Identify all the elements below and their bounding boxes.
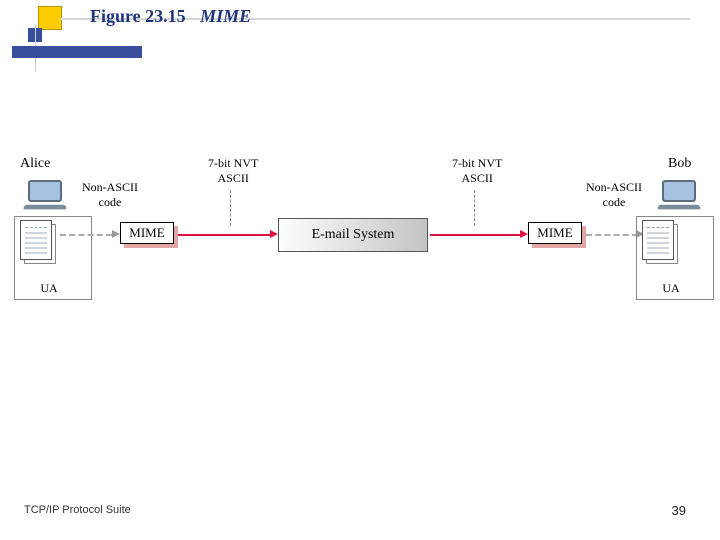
dash-mime-to-doc-right [586, 234, 638, 236]
ascii-right-label: 7-bit NVTASCII [452, 156, 502, 186]
arrow-mime-to-email-left [178, 234, 270, 236]
mime-box-right: MIME [528, 222, 586, 248]
laptop-alice-icon [20, 180, 70, 216]
footer-page: 39 [672, 503, 686, 518]
mime-diagram: Alice UA Non-ASCIIcode MIME 7-bit NVTASC… [20, 180, 700, 360]
header-accent-bar [12, 46, 142, 58]
dash-vert-right [474, 190, 475, 226]
ua-alice-block: UA [20, 220, 78, 280]
figure-caption: MIME [200, 6, 251, 26]
footer-source: TCP/IP Protocol Suite [24, 504, 131, 516]
figure-title: Figure 23.15 MIME [90, 6, 251, 27]
dash-arrow-left [112, 230, 120, 238]
nonascii-right-label: Non-ASCIIcode [582, 180, 646, 210]
user-alice-label: Alice [20, 156, 50, 172]
figure-number: Figure 23.15 [90, 6, 186, 26]
email-system-box: E-mail System [278, 218, 428, 252]
mime-box-left: MIME [120, 222, 178, 248]
arrow-email-to-mime-right [430, 234, 522, 236]
arrowhead-into-email-left [270, 230, 278, 238]
user-bob-label: Bob [668, 156, 691, 172]
dash-doc-to-mime-left [60, 234, 112, 236]
nonascii-left-label: Non-ASCIIcode [78, 180, 142, 210]
dash-vert-left [230, 190, 231, 226]
ua-bob-block: UA [642, 220, 700, 280]
ascii-left-label: 7-bit NVTASCII [208, 156, 258, 186]
arrowhead-into-mime-right [520, 230, 528, 238]
laptop-bob-icon [654, 180, 704, 216]
